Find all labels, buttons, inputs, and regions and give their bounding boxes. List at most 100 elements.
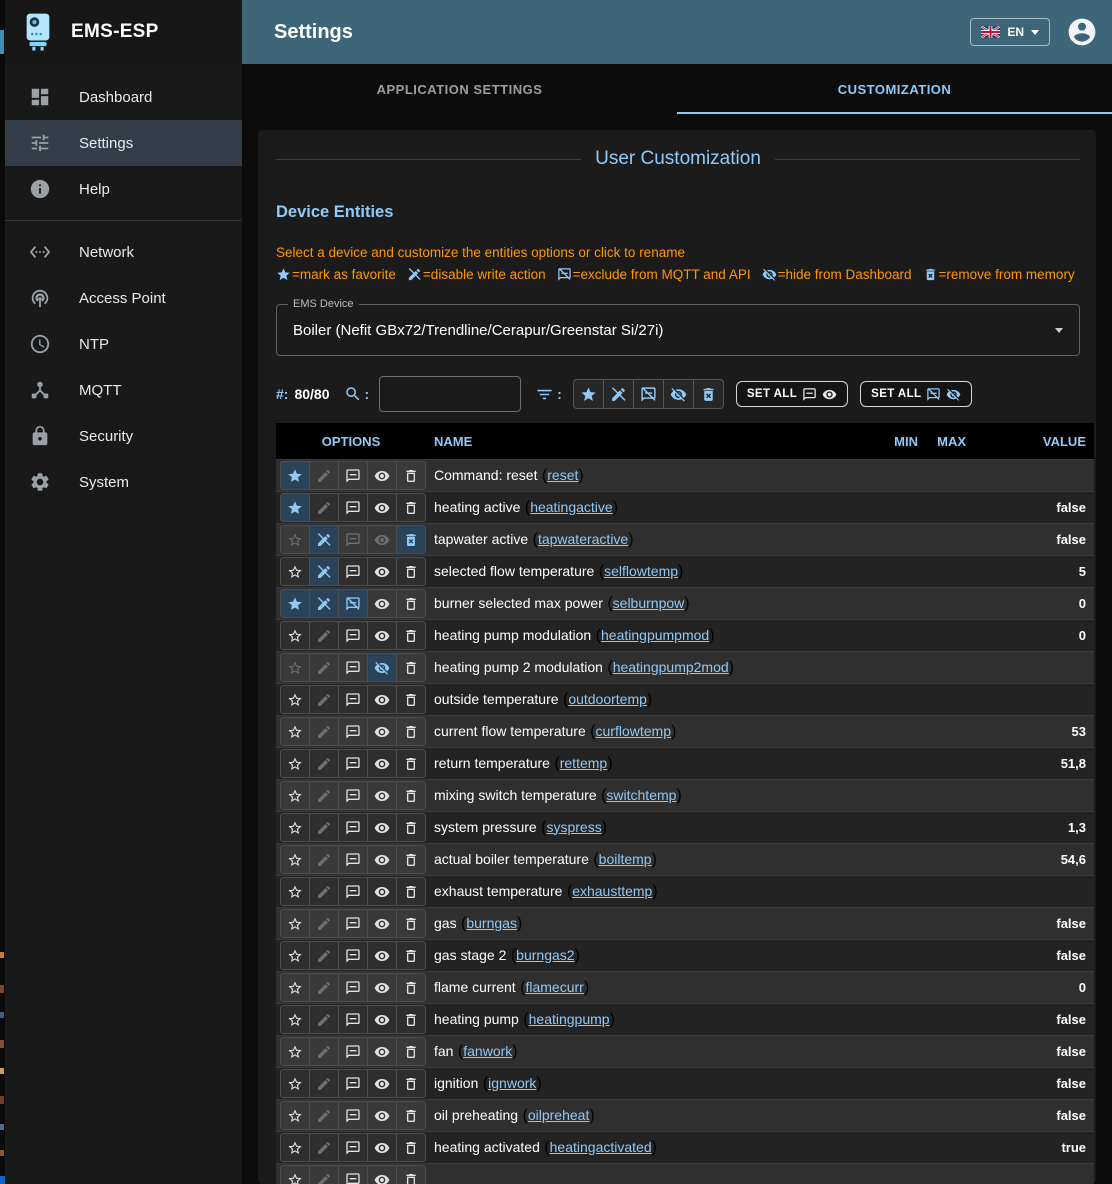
exclude-mqtt-button[interactable] — [338, 1133, 368, 1162]
entity-name-cell[interactable]: return temperature (rettemp) — [426, 755, 870, 773]
hide-dashboard-button[interactable] — [367, 653, 397, 682]
exclude-mqtt-button[interactable] — [338, 813, 368, 842]
remove-memory-button[interactable] — [396, 877, 426, 906]
exclude-mqtt-button[interactable] — [338, 461, 368, 490]
disable-write-button[interactable] — [309, 1005, 339, 1034]
entity-code-link[interactable]: switchtemp — [606, 787, 676, 803]
tab-application-settings[interactable]: APPLICATION SETTINGS — [242, 64, 677, 114]
entity-name-cell[interactable]: flame current (flamecurr) — [426, 979, 870, 997]
entity-name-cell[interactable]: gas (burngas) — [426, 915, 870, 933]
remove-memory-button[interactable] — [396, 589, 426, 618]
disable-write-button[interactable] — [309, 461, 339, 490]
exclude-mqtt-button[interactable] — [338, 1005, 368, 1034]
disable-write-button[interactable] — [309, 717, 339, 746]
disable-write-button[interactable] — [309, 813, 339, 842]
disable-write-button[interactable] — [309, 1101, 339, 1130]
entity-code-link[interactable]: exhausttemp — [572, 883, 652, 899]
hide-dashboard-button[interactable] — [367, 1069, 397, 1098]
hide-dashboard-button[interactable] — [367, 1133, 397, 1162]
sidebar-item-settings[interactable]: Settings — [5, 120, 242, 166]
entity-code-link[interactable]: flamecurr — [525, 979, 583, 995]
disable-write-button[interactable] — [309, 1133, 339, 1162]
exclude-mqtt-button[interactable] — [338, 525, 368, 554]
disable-write-button[interactable] — [309, 941, 339, 970]
exclude-mqtt-button[interactable] — [338, 685, 368, 714]
hide-dashboard-button[interactable] — [367, 1037, 397, 1066]
exclude-mqtt-button[interactable] — [338, 845, 368, 874]
entity-name-cell[interactable]: current flow temperature (curflowtemp) — [426, 723, 870, 741]
remove-memory-button[interactable] — [396, 461, 426, 490]
exclude-mqtt-button[interactable] — [338, 493, 368, 522]
tab-customization[interactable]: CUSTOMIZATION — [677, 64, 1112, 114]
exclude-mqtt-button[interactable] — [338, 973, 368, 1002]
hide-dashboard-button[interactable] — [367, 941, 397, 970]
set-all-exclude-button[interactable]: SET ALL — [860, 381, 972, 407]
disable-write-button[interactable] — [309, 685, 339, 714]
hide-dashboard-button[interactable] — [367, 717, 397, 746]
exclude-mqtt-button[interactable] — [338, 653, 368, 682]
remove-memory-button[interactable] — [396, 813, 426, 842]
entity-name-cell[interactable]: outside temperature (outdoortemp) — [426, 691, 870, 709]
entity-code-link[interactable]: rettemp — [560, 755, 607, 771]
favorite-button[interactable] — [280, 621, 310, 650]
entity-code-link[interactable]: heatingpump — [529, 1011, 610, 1027]
disable-write-button[interactable] — [309, 973, 339, 1002]
favorite-button[interactable] — [280, 1101, 310, 1130]
remove-memory-button[interactable] — [396, 909, 426, 938]
entity-code-link[interactable]: selburnpow — [613, 595, 685, 611]
disable-write-button[interactable] — [309, 909, 339, 938]
hide-dashboard-button[interactable] — [367, 589, 397, 618]
filter-exclude-mqtt-button[interactable] — [633, 379, 664, 409]
entity-name-cell[interactable]: mixing switch temperature (switchtemp) — [426, 787, 870, 805]
hide-dashboard-button[interactable] — [367, 525, 397, 554]
disable-write-button[interactable] — [309, 877, 339, 906]
hide-dashboard-button[interactable] — [367, 877, 397, 906]
entity-name-cell[interactable]: fan (fanwork) — [426, 1043, 870, 1061]
favorite-button[interactable] — [280, 717, 310, 746]
entity-name-cell[interactable]: heating pump (heatingpump) — [426, 1011, 870, 1029]
hide-dashboard-button[interactable] — [367, 461, 397, 490]
entity-name-cell[interactable]: oil preheating (oilpreheat) — [426, 1107, 870, 1125]
entity-search-input[interactable] — [379, 376, 521, 412]
ems-device-select[interactable]: EMS Device Boiler (Nefit GBx72/Trendline… — [276, 304, 1080, 356]
filter-disable-write-button[interactable] — [603, 379, 634, 409]
remove-memory-button[interactable] — [396, 1037, 426, 1066]
exclude-mqtt-button[interactable] — [338, 717, 368, 746]
disable-write-button[interactable] — [309, 493, 339, 522]
entity-code-link[interactable]: burngas — [466, 915, 517, 931]
favorite-button[interactable] — [280, 685, 310, 714]
remove-memory-button[interactable] — [396, 621, 426, 650]
remove-memory-button[interactable] — [396, 1101, 426, 1130]
disable-write-button[interactable] — [309, 557, 339, 586]
entity-code-link[interactable]: outdoortemp — [568, 691, 647, 707]
exclude-mqtt-button[interactable] — [338, 941, 368, 970]
entity-name-cell[interactable]: system pressure (syspress) — [426, 819, 870, 837]
remove-memory-button[interactable] — [396, 941, 426, 970]
disable-write-button[interactable] — [309, 845, 339, 874]
favorite-button[interactable] — [280, 1069, 310, 1098]
remove-memory-button[interactable] — [396, 557, 426, 586]
hide-dashboard-button[interactable] — [367, 909, 397, 938]
favorite-button[interactable] — [280, 525, 310, 554]
favorite-button[interactable] — [280, 781, 310, 810]
remove-memory-button[interactable] — [396, 1069, 426, 1098]
entity-code-link[interactable]: curflowtemp — [596, 723, 671, 739]
disable-write-button[interactable] — [309, 1165, 339, 1184]
hide-dashboard-button[interactable] — [367, 1101, 397, 1130]
hide-dashboard-button[interactable] — [367, 1165, 397, 1184]
entity-code-link[interactable]: ignwork — [488, 1075, 536, 1091]
favorite-button[interactable] — [280, 845, 310, 874]
sidebar-item-help[interactable]: Help — [5, 166, 242, 212]
disable-write-button[interactable] — [309, 621, 339, 650]
sidebar-item-security[interactable]: Security — [5, 413, 242, 459]
hide-dashboard-button[interactable] — [367, 493, 397, 522]
sidebar-item-system[interactable]: System — [5, 459, 242, 505]
disable-write-button[interactable] — [309, 653, 339, 682]
exclude-mqtt-button[interactable] — [338, 877, 368, 906]
favorite-button[interactable] — [280, 877, 310, 906]
exclude-mqtt-button[interactable] — [338, 621, 368, 650]
hide-dashboard-button[interactable] — [367, 557, 397, 586]
entity-code-link[interactable]: heatingpumpmod — [601, 627, 709, 643]
exclude-mqtt-button[interactable] — [338, 1069, 368, 1098]
hide-dashboard-button[interactable] — [367, 749, 397, 778]
